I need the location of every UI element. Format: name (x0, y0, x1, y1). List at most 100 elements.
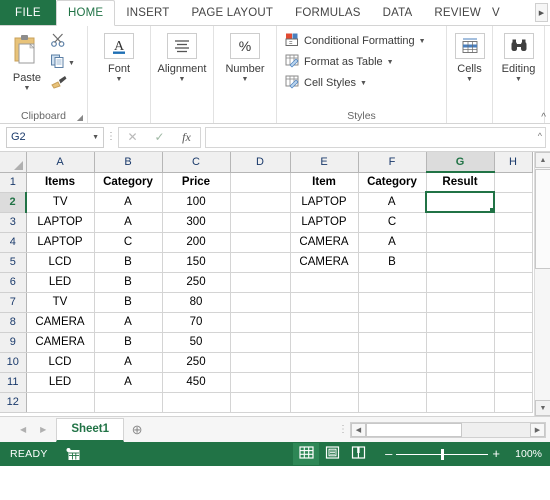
cell-h11[interactable] (494, 372, 533, 393)
zoom-slider-track[interactable] (396, 448, 489, 460)
font-chevron-down-icon[interactable]: ▼ (116, 76, 123, 83)
cell-g12[interactable] (426, 392, 495, 413)
cell-e8[interactable] (290, 312, 359, 333)
cell-h5[interactable] (494, 252, 533, 273)
column-header-e[interactable]: E (290, 152, 359, 173)
cell-f9[interactable] (358, 332, 427, 353)
cell-h8[interactable] (494, 312, 533, 333)
cell-g2[interactable] (425, 191, 495, 213)
row-header-3[interactable]: 3 (0, 212, 27, 233)
tab-view-clipped[interactable]: V (492, 0, 500, 25)
cell-e5[interactable]: CAMERA (290, 252, 359, 273)
formula-bar-expand-chevron-up-icon[interactable]: ^ (538, 131, 542, 141)
cell-f2[interactable]: A (358, 192, 427, 213)
worksheet-grid[interactable]: A B C D E F G H 1 Items Category Price I… (0, 152, 550, 416)
cell-d8[interactable] (230, 312, 291, 333)
cell-d7[interactable] (230, 292, 291, 313)
tab-review[interactable]: REVIEW (423, 0, 492, 25)
cell-h1[interactable] (494, 172, 533, 193)
cell-d4[interactable] (230, 232, 291, 253)
cell-d11[interactable] (230, 372, 291, 393)
cell-a2[interactable]: TV (26, 192, 95, 213)
column-header-b[interactable]: B (94, 152, 163, 173)
cell-b1[interactable]: Category (94, 172, 163, 193)
row-header-6[interactable]: 6 (0, 272, 27, 293)
column-header-h[interactable]: H (494, 152, 533, 173)
cell-d12[interactable] (230, 392, 291, 413)
cell-f4[interactable]: A (358, 232, 427, 253)
zoom-slider-knob[interactable] (441, 448, 445, 460)
cell-h2[interactable] (494, 192, 533, 213)
cell-d2[interactable] (230, 192, 291, 213)
cell-h12[interactable] (494, 392, 533, 413)
row-header-7[interactable]: 7 (0, 292, 27, 313)
select-all-corner[interactable] (0, 152, 27, 173)
cell-styles-chevron-down-icon[interactable]: ▼ (360, 80, 367, 87)
zoom-percentage[interactable]: 100% (512, 448, 542, 460)
cell-e9[interactable] (290, 332, 359, 353)
cell-b12[interactable] (94, 392, 163, 413)
cell-styles-button[interactable]: Cell Styles ▼ (281, 74, 442, 92)
column-header-g[interactable]: G (426, 152, 495, 173)
conditional-formatting-button[interactable]: = Conditional Formatting ▼ (281, 32, 442, 50)
cell-a3[interactable]: LAPTOP (26, 212, 95, 233)
cell-b6[interactable]: B (94, 272, 163, 293)
cell-f12[interactable] (358, 392, 427, 413)
format-as-table-chevron-down-icon[interactable]: ▼ (387, 59, 394, 66)
cell-e10[interactable] (290, 352, 359, 373)
column-header-d[interactable]: D (230, 152, 291, 173)
cell-h6[interactable] (494, 272, 533, 293)
cell-b3[interactable]: A (94, 212, 163, 233)
row-header-12[interactable]: 12 (0, 392, 27, 413)
cell-a4[interactable]: LAPTOP (26, 232, 95, 253)
cell-g11[interactable] (426, 372, 495, 393)
cell-d10[interactable] (230, 352, 291, 373)
cell-a11[interactable]: LED (26, 372, 95, 393)
cell-d5[interactable] (230, 252, 291, 273)
column-header-f[interactable]: F (358, 152, 427, 173)
row-header-2[interactable]: 2 (0, 192, 27, 213)
editing-chevron-down-icon[interactable]: ▼ (515, 76, 522, 83)
cell-e4[interactable]: CAMERA (290, 232, 359, 253)
cell-f7[interactable] (358, 292, 427, 313)
cell-g1[interactable]: Result (426, 172, 495, 193)
column-header-c[interactable]: C (162, 152, 231, 173)
page-layout-view-button[interactable] (319, 443, 345, 465)
cell-a9[interactable]: CAMERA (26, 332, 95, 353)
tab-formulas[interactable]: FORMULAS (284, 0, 372, 25)
cell-c2[interactable]: 100 (162, 192, 231, 213)
cell-a8[interactable]: CAMERA (26, 312, 95, 333)
cell-c4[interactable]: 200 (162, 232, 231, 253)
cell-a1[interactable]: Items (26, 172, 95, 193)
cell-e12[interactable] (290, 392, 359, 413)
cell-g7[interactable] (426, 292, 495, 313)
cell-h10[interactable] (494, 352, 533, 373)
cell-a12[interactable] (26, 392, 95, 413)
cell-e6[interactable] (290, 272, 359, 293)
cell-d6[interactable] (230, 272, 291, 293)
page-break-view-button[interactable] (345, 443, 371, 465)
number-chevron-down-icon[interactable]: ▼ (242, 76, 249, 83)
cell-d9[interactable] (230, 332, 291, 353)
cell-f8[interactable] (358, 312, 427, 333)
tab-insert[interactable]: INSERT (115, 0, 180, 25)
cell-c12[interactable] (162, 392, 231, 413)
cell-c3[interactable]: 300 (162, 212, 231, 233)
cell-b2[interactable]: A (94, 192, 163, 213)
cell-h9[interactable] (494, 332, 533, 353)
formula-input[interactable]: ^ (205, 126, 546, 148)
enter-formula-check-icon[interactable]: ✓ (146, 128, 173, 147)
row-header-11[interactable]: 11 (0, 372, 27, 393)
cell-d1[interactable] (230, 172, 291, 193)
cell-f3[interactable]: C (358, 212, 427, 233)
cell-f5[interactable]: B (358, 252, 427, 273)
copy-chevron-down-icon[interactable]: ▼ (68, 60, 75, 67)
cell-e1[interactable]: Item (290, 172, 359, 193)
sheet-next-triangle-right-icon[interactable]: ▶ (40, 425, 46, 434)
cell-g3[interactable] (426, 212, 495, 233)
cell-h4[interactable] (494, 232, 533, 253)
cell-h7[interactable] (494, 292, 533, 313)
cell-b9[interactable]: B (94, 332, 163, 353)
sheet-prev-triangle-left-icon[interactable]: ◀ (20, 425, 26, 434)
cells-chevron-down-icon[interactable]: ▼ (466, 76, 473, 83)
